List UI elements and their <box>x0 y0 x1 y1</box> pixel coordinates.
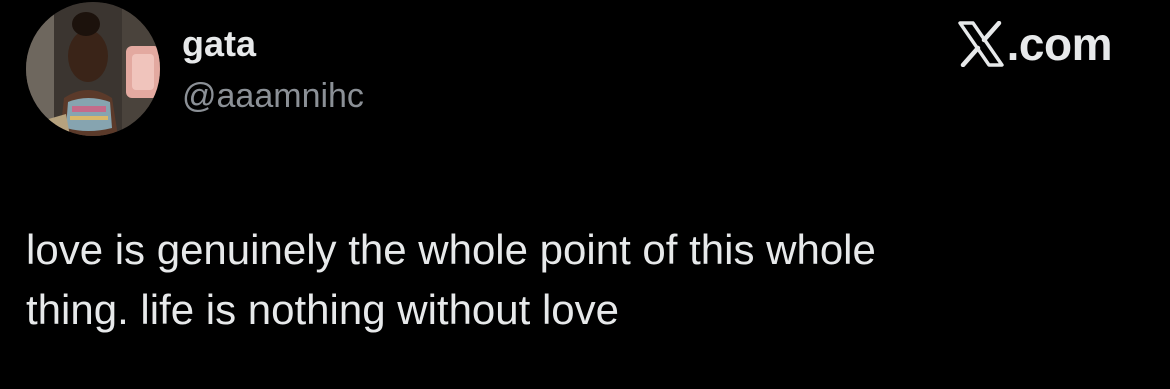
tweet-card: gata @aaamnihc .com love is genuinely th… <box>0 0 1170 389</box>
x-com-brand: .com <box>957 16 1113 72</box>
tweet-text: love is genuinely the whole point of thi… <box>26 220 1136 340</box>
x-logo-icon <box>957 21 1005 67</box>
avatar-photo-icon <box>26 2 160 136</box>
author-display-name[interactable]: gata <box>182 22 256 66</box>
brand-domain-text: .com <box>1006 18 1113 70</box>
tweet-text-line: thing. life is nothing without love <box>26 286 620 333</box>
avatar[interactable] <box>26 2 160 136</box>
tweet-text-line: love is genuinely the whole point of thi… <box>26 226 876 273</box>
author-handle[interactable]: @aaamnihc <box>182 74 364 118</box>
